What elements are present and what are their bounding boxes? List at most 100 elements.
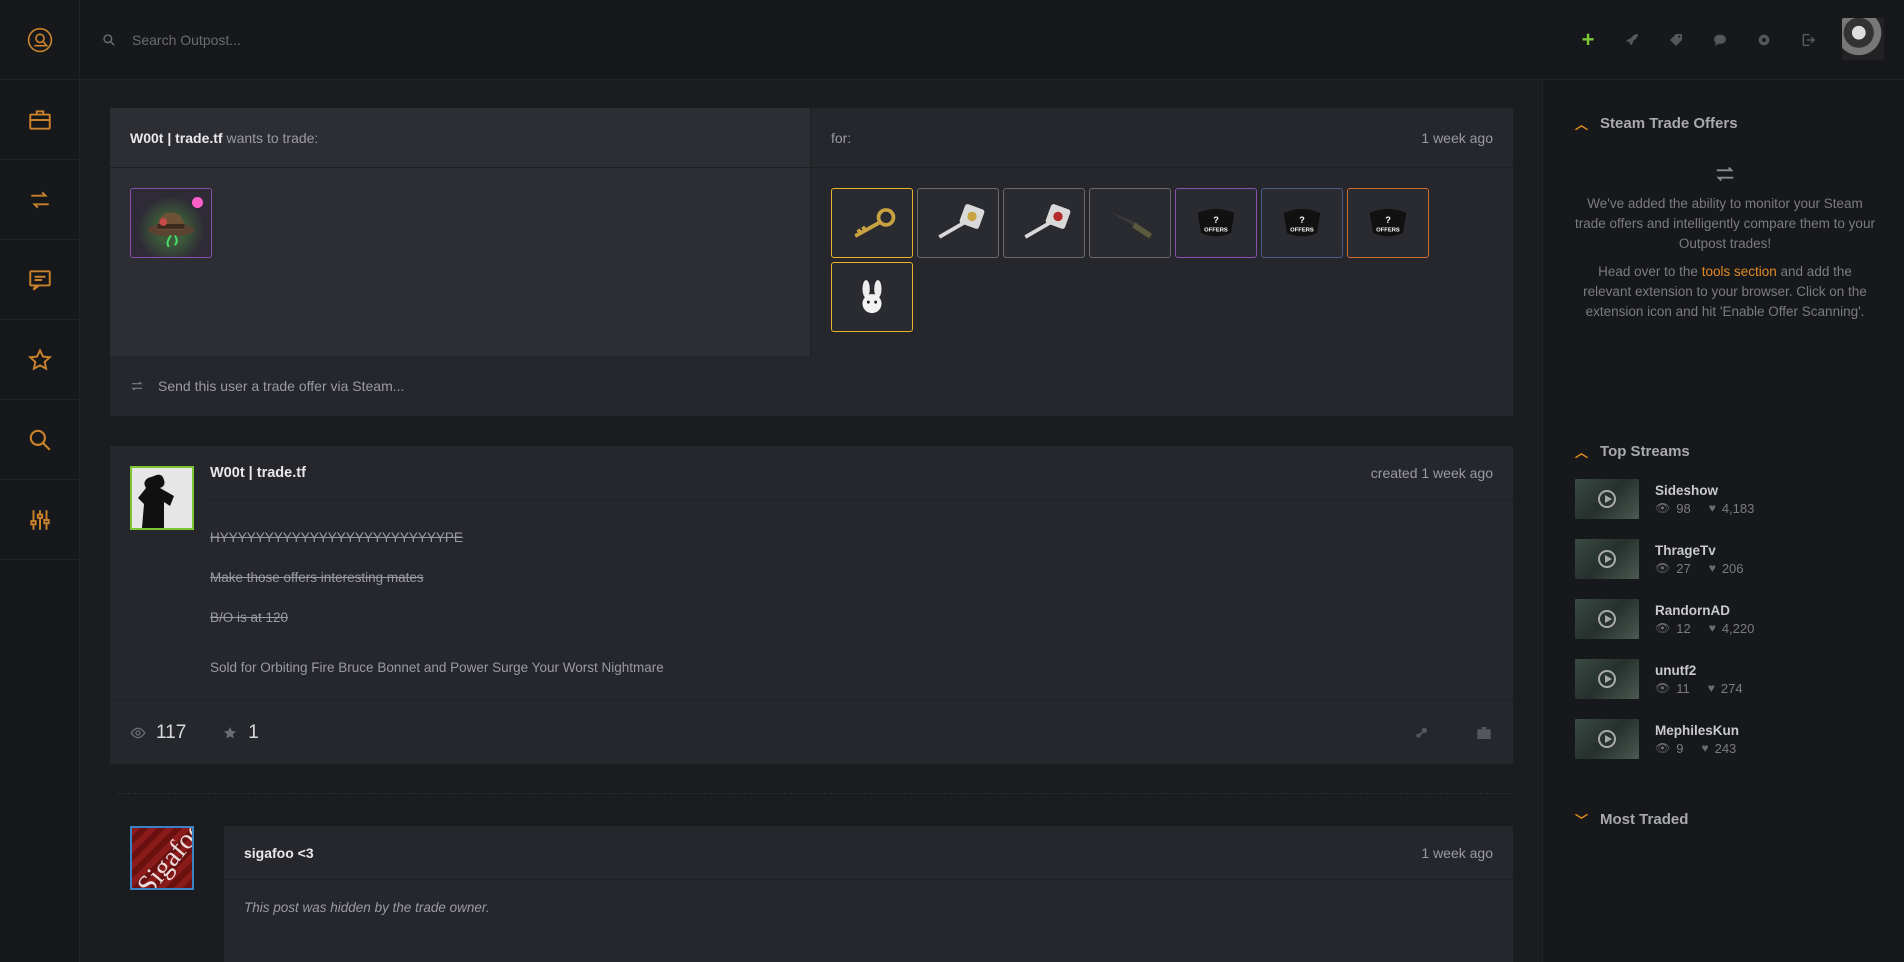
send-trade-offer-link[interactable]: Send this user a trade offer via Steam..… <box>110 356 1513 416</box>
left-nav <box>0 0 80 962</box>
new-trade-button[interactable]: + <box>1566 18 1610 62</box>
stream-stats: 👁 9 ♥ 243 <box>1655 741 1739 756</box>
gear-icon <box>1758 34 1770 46</box>
steam-offers-toggle[interactable]: ︿ Steam Trade Offers <box>1575 114 1875 133</box>
play-icon <box>1598 730 1616 748</box>
star-icon[interactable] <box>222 725 238 741</box>
briefcase-icon[interactable] <box>1475 724 1493 742</box>
right-sidebar: ︿ Steam Trade Offers We've added the abi… <box>1542 80 1904 962</box>
settings-button[interactable] <box>1742 18 1786 62</box>
tools-section-link[interactable]: tools section <box>1702 264 1777 279</box>
steam-icon[interactable] <box>1413 725 1429 741</box>
item-strange-key-2[interactable] <box>1003 188 1085 258</box>
most-traded-section: ﹀ Most Traded <box>1575 810 1875 829</box>
stream-likes: 206 <box>1721 560 1744 576</box>
item-unusual-hat[interactable] <box>130 188 212 258</box>
eye-icon: 👁 <box>1655 621 1671 635</box>
exchange-icon <box>30 191 49 208</box>
trade-time: 1 week ago <box>1421 129 1493 146</box>
steam-offers-section: ︿ Steam Trade Offers We've added the abi… <box>1575 114 1875 322</box>
stream-item[interactable]: RandornAD 👁 12 ♥ 4,220 <box>1575 589 1875 649</box>
post-author-link[interactable]: W00t | trade.tf <box>210 465 306 481</box>
svg-text:?: ? <box>1299 215 1305 225</box>
trade-card: W00t | trade.tf wants to trade: for: 1 w… <box>110 108 1513 416</box>
offered-items <box>110 168 810 278</box>
svg-text:OFFERS: OFFERS <box>1204 227 1228 233</box>
nav-messages-button[interactable] <box>0 240 79 320</box>
stream-viewers: 27 <box>1676 560 1691 576</box>
nav-favorites-button[interactable] <box>0 320 79 400</box>
chevron-down-icon: ﹀ <box>1575 813 1589 828</box>
exchange-icon-wrap <box>1575 163 1875 188</box>
trade-user-link[interactable]: W00t | trade.tf <box>130 130 223 146</box>
post-line: B/O is at 120 <box>210 610 289 625</box>
stream-viewers: 98 <box>1676 500 1691 516</box>
comment-author-avatar[interactable]: Sigafoo <box>130 826 194 890</box>
top-streams-toggle[interactable]: ︿ Top Streams <box>1575 442 1875 461</box>
chat-bubble-icon <box>1714 34 1726 46</box>
stream-item[interactable]: Sideshow 👁 98 ♥ 4,183 <box>1575 469 1875 529</box>
search-icon <box>103 34 115 46</box>
stream-item[interactable]: unutf2 👁 11 ♥ 274 <box>1575 649 1875 709</box>
eye-icon: 👁 <box>1655 681 1671 695</box>
post-stars-count: 1 <box>248 721 259 743</box>
item-offers-placeholder-1[interactable]: ? OFFERS <box>1175 188 1257 258</box>
sliders-icon <box>29 509 50 530</box>
bunny-icon <box>862 280 882 314</box>
trade-wanting-header: for: 1 week ago <box>811 108 1513 168</box>
post-author-avatar[interactable] <box>130 466 194 530</box>
messages-button[interactable] <box>1698 18 1742 62</box>
comment-body: This post was hidden by the trade owner. <box>244 900 490 915</box>
post-line: HYYYYYYYYYYYYYYYYYYYYYYYYYPE <box>210 530 463 545</box>
most-traded-toggle[interactable]: ﹀ Most Traded <box>1575 810 1875 829</box>
stream-stats: 👁 27 ♥ 206 <box>1655 561 1744 576</box>
logout-button[interactable] <box>1786 18 1830 62</box>
chevron-up-icon: ︿ <box>1575 117 1589 132</box>
stream-thumbnail <box>1575 719 1639 759</box>
tags-button[interactable] <box>1654 18 1698 62</box>
item-mann-co-key[interactable] <box>831 188 913 258</box>
stream-name: ThrageTv <box>1655 542 1716 558</box>
item-bunny-hat[interactable] <box>831 262 913 332</box>
stream-name: RandornAD <box>1655 602 1730 618</box>
user-avatar[interactable] <box>1842 18 1884 60</box>
nav-trades-button[interactable] <box>0 80 79 160</box>
outpost-logo[interactable] <box>0 0 79 80</box>
heart-icon: ♥ <box>1707 681 1715 695</box>
heart-icon: ♥ <box>1701 741 1709 755</box>
nav-filters-button[interactable] <box>0 480 79 560</box>
knife-icon <box>1109 211 1153 239</box>
for-text: for: <box>831 129 852 146</box>
steam-offers-title: Steam Trade Offers <box>1600 115 1738 132</box>
chevron-up-icon: ︿ <box>1575 445 1589 460</box>
key-icon <box>1024 204 1071 239</box>
post-line: Make those offers interesting mates <box>210 570 424 585</box>
svg-text:OFFERS: OFFERS <box>1290 227 1314 233</box>
stream-item[interactable]: MephilesKun 👁 9 ♥ 243 <box>1575 709 1875 769</box>
silhouette-icon <box>132 468 192 528</box>
nav-search-button[interactable] <box>0 400 79 480</box>
comment-author-link[interactable]: sigafoo <3 <box>244 845 314 861</box>
stream-item[interactable]: ThrageTv 👁 27 ♥ 206 <box>1575 529 1875 589</box>
offers-icon: ? OFFERS <box>1197 208 1235 237</box>
item-knife[interactable] <box>1089 188 1171 258</box>
rocket-button[interactable] <box>1610 18 1654 62</box>
exchange-icon <box>1716 166 1734 182</box>
comment-header: sigafoo <3 1 week ago <box>224 826 1513 880</box>
nav-exchange-button[interactable] <box>0 160 79 240</box>
hat-icon <box>147 212 195 247</box>
steam-offers-text: We've added the ability to monitor your … <box>1575 194 1875 322</box>
stream-name: MephilesKun <box>1655 722 1740 738</box>
stream-thumbnail <box>1575 479 1639 519</box>
item-offers-placeholder-3[interactable]: ? OFFERS <box>1347 188 1429 258</box>
heart-icon: ♥ <box>1708 561 1716 575</box>
item-strange-key-1[interactable] <box>917 188 999 258</box>
plus-icon: + <box>1581 27 1595 52</box>
offers-icon: ? OFFERS <box>1369 208 1407 237</box>
post-created-time: created 1 week ago <box>1370 464 1493 481</box>
item-effect-dot <box>192 197 203 208</box>
item-offers-placeholder-2[interactable]: ? OFFERS <box>1261 188 1343 258</box>
most-traded-title: Most Traded <box>1600 811 1689 828</box>
search-input[interactable] <box>132 32 492 48</box>
trade-offering-header: W00t | trade.tf wants to trade: <box>110 108 810 168</box>
